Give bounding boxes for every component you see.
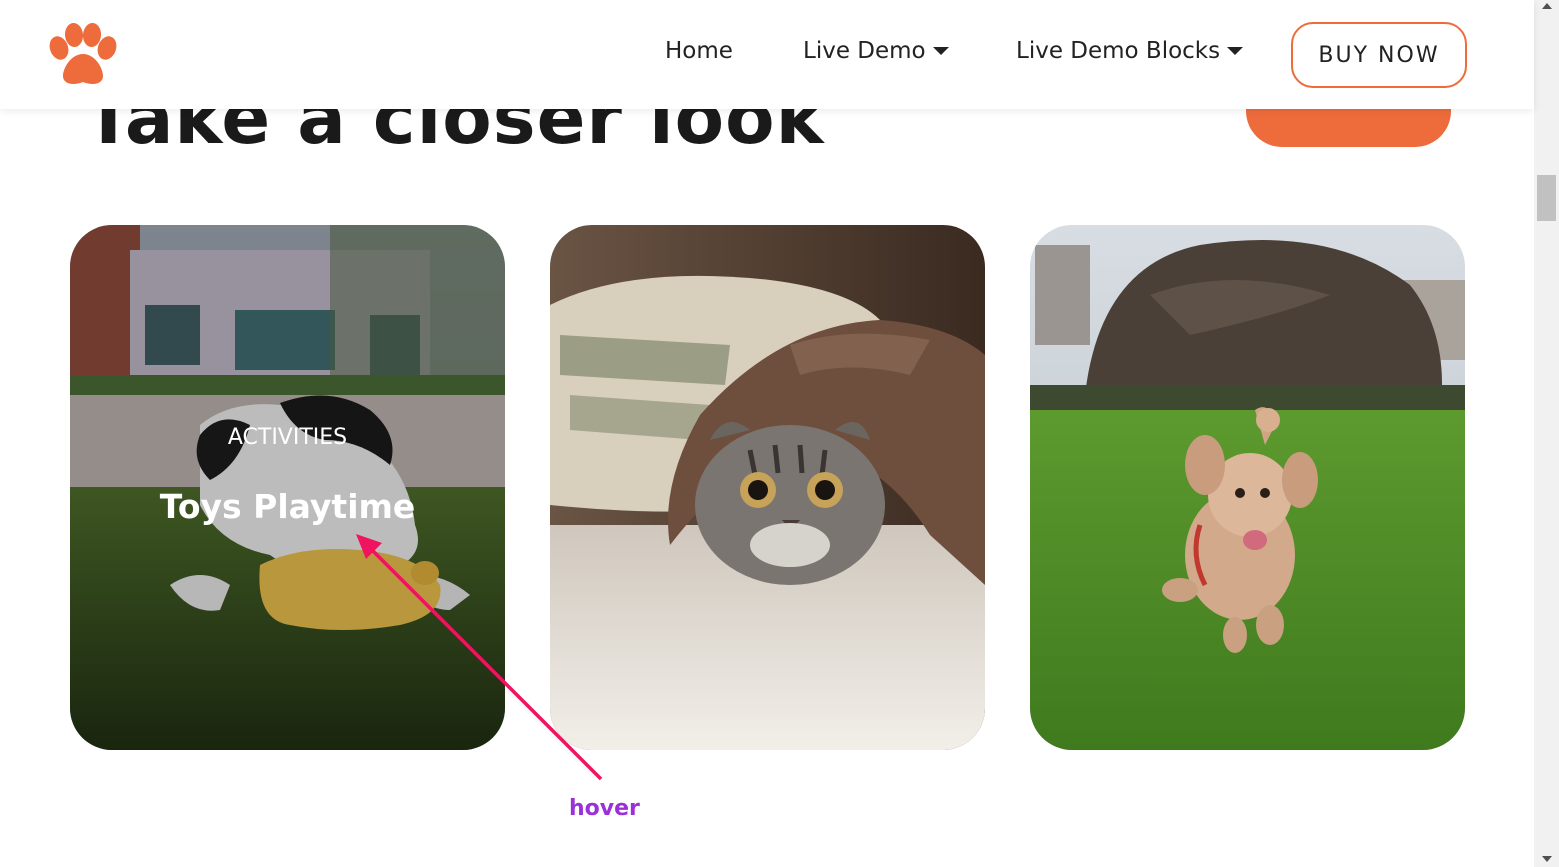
nav-live-demo-label: Live Demo — [803, 38, 926, 64]
site-header: Home Live Demo Live Demo Blocks BUY NOW — [0, 0, 1534, 109]
paw-icon[interactable] — [47, 22, 119, 88]
page-scrollbar[interactable] — [1534, 0, 1559, 867]
caret-down-icon — [1227, 47, 1244, 55]
nav-live-demo-blocks-label: Live Demo Blocks — [1016, 38, 1221, 64]
caret-down-icon — [932, 47, 949, 55]
scroll-up-arrow-icon[interactable] — [1542, 3, 1552, 9]
scroll-down-arrow-icon[interactable] — [1542, 856, 1552, 862]
nav-live-demo-blocks[interactable]: Live Demo Blocks — [1016, 38, 1244, 64]
card-activities[interactable]: ACTIVITIES Toys Playtime — [70, 225, 505, 750]
nav-home[interactable]: Home — [665, 38, 733, 64]
scroll-thumb[interactable] — [1537, 175, 1556, 221]
card-category: ACTIVITIES — [227, 425, 348, 450]
annotation-label: hover — [569, 796, 640, 821]
nav-home-label: Home — [665, 38, 733, 64]
card-dog[interactable] — [1030, 225, 1465, 750]
cat-under-blanket-photo — [550, 225, 985, 750]
card-cat[interactable] — [550, 225, 985, 750]
page: Take a closer look Home Live Demo Live D… — [0, 0, 1559, 867]
nav-live-demo[interactable]: Live Demo — [803, 38, 949, 64]
running-poodle-photo — [1030, 225, 1465, 750]
buy-now-button[interactable]: BUY NOW — [1291, 22, 1467, 88]
card-title[interactable]: Toys Playtime — [70, 487, 505, 526]
